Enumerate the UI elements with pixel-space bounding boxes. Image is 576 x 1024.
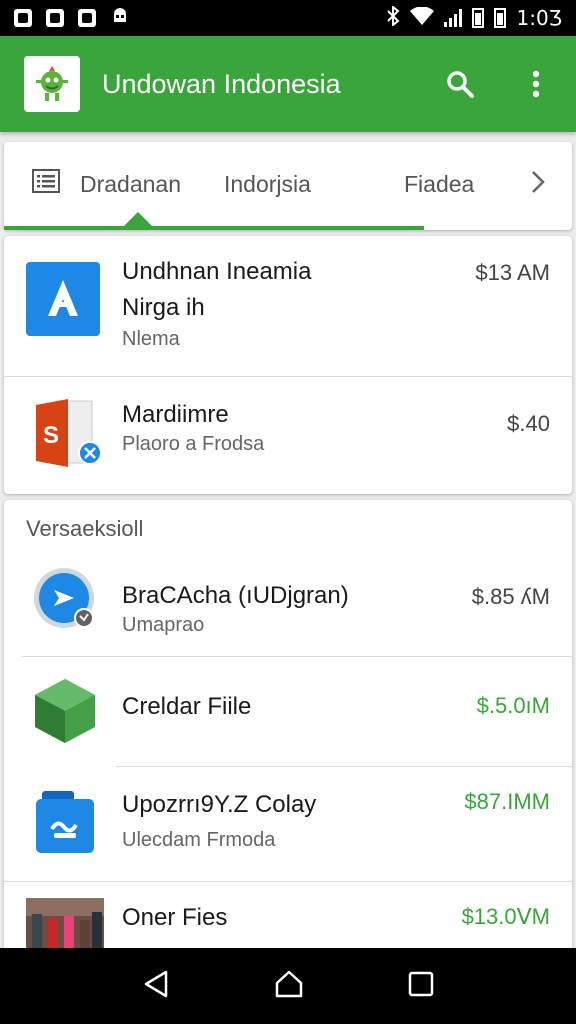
item-price: $13.0ᐯM	[461, 904, 550, 929]
tab-label: Indorjsia	[224, 170, 311, 197]
more-vert-icon[interactable]	[520, 68, 552, 100]
blue-file-icon	[34, 789, 96, 860]
card-list-2: Versaeksioll BraCAcha (ıUDjgran) Umaprao…	[4, 500, 572, 948]
list-item[interactable]: Creldar Fiile $.5.0ıM	[4, 657, 572, 765]
app-logo-icon	[24, 56, 80, 112]
item-subtitle: Plaoro a Frodsa	[122, 433, 265, 455]
item-price: $.85 ʎM	[471, 584, 550, 609]
slides-s-icon: S	[32, 395, 108, 480]
search-icon[interactable]	[444, 68, 476, 100]
tab-indicator-notch	[124, 212, 152, 226]
item-line2: Nirga ih	[122, 294, 205, 321]
back-icon[interactable]	[142, 969, 170, 1004]
item-title: Undhnan Ineamia	[122, 258, 312, 285]
recents-icon[interactable]	[408, 971, 434, 1002]
list-item[interactable]: BraCAcha (ıUDjgran) Umaprao $.85 ʎM	[4, 558, 572, 656]
item-title: Creldar Fiile	[122, 693, 252, 720]
list-icon	[32, 169, 60, 199]
notification-icon	[14, 9, 32, 27]
home-icon[interactable]	[274, 969, 304, 1004]
battery-icon	[472, 8, 485, 28]
item-subtitle: Ulecdam Frmoda	[122, 829, 276, 851]
item-title: Mardiimre	[122, 401, 229, 428]
tab-indicator	[4, 226, 424, 230]
tab-label: Fiadea	[404, 170, 475, 197]
android-notification-icon	[110, 6, 130, 31]
item-subtitle: Umaprao	[122, 614, 205, 636]
svg-text:S: S	[43, 422, 59, 449]
item-price: $.5.0ıM	[476, 693, 550, 718]
tab-dradanan[interactable]: Dradanan	[32, 169, 222, 199]
app-a-icon	[26, 262, 100, 341]
app-title: Undowan Indonesia	[102, 68, 341, 99]
card-list-1: Undhnan Ineamia Nirga ih Nlema $13 AM S …	[4, 236, 572, 494]
navigation-bar	[0, 948, 576, 1024]
play-circle-icon	[32, 566, 98, 637]
item-title: Oner Fies	[122, 904, 228, 931]
photo-thumbnail	[26, 898, 104, 953]
item-title: Upozrrı9Y.Z Colay	[122, 791, 317, 818]
green-cube-icon	[32, 677, 98, 750]
item-price: $13 AM	[475, 260, 550, 285]
item-subtitle: Nlema	[122, 328, 180, 350]
item-price: $.40	[507, 411, 550, 436]
tab-fiadea[interactable]: Fiadea	[404, 171, 524, 198]
battery-icon	[494, 8, 507, 28]
list-item[interactable]: Undhnan Ineamia Nirga ih Nlema $13 AM	[4, 236, 572, 376]
clock: 1:0Ӡ	[516, 6, 562, 30]
list-item[interactable]: Oner Fies $13.0ᐯM	[4, 882, 572, 948]
app-bar: Undowan Indonesia	[0, 36, 576, 132]
item-price: $87.IMM	[464, 789, 550, 814]
notification-icon	[46, 9, 64, 27]
chevron-right-icon[interactable]	[530, 169, 546, 200]
notification-icon	[78, 9, 96, 27]
tab-bar: Dradanan Indorjsia Fiadea	[4, 142, 572, 230]
signal-icon	[444, 9, 463, 27]
list-item[interactable]: Upozrrı9Y.Z Colay Ulecdam Frmoda $87.IMM	[4, 767, 572, 881]
section-title: Versaeksioll	[26, 516, 144, 541]
bluetooth-icon	[386, 4, 400, 31]
list-item[interactable]: S Mardiimre Plaoro a Frodsa $.40	[4, 377, 572, 494]
item-title: BraCAcha (ıUDjgran)	[122, 582, 349, 609]
status-bar: 1:0Ӡ	[0, 0, 576, 36]
tab-label: Dradanan	[80, 170, 182, 197]
tab-indorjsia[interactable]: Indorjsia	[224, 171, 404, 198]
wifi-icon	[410, 6, 435, 30]
